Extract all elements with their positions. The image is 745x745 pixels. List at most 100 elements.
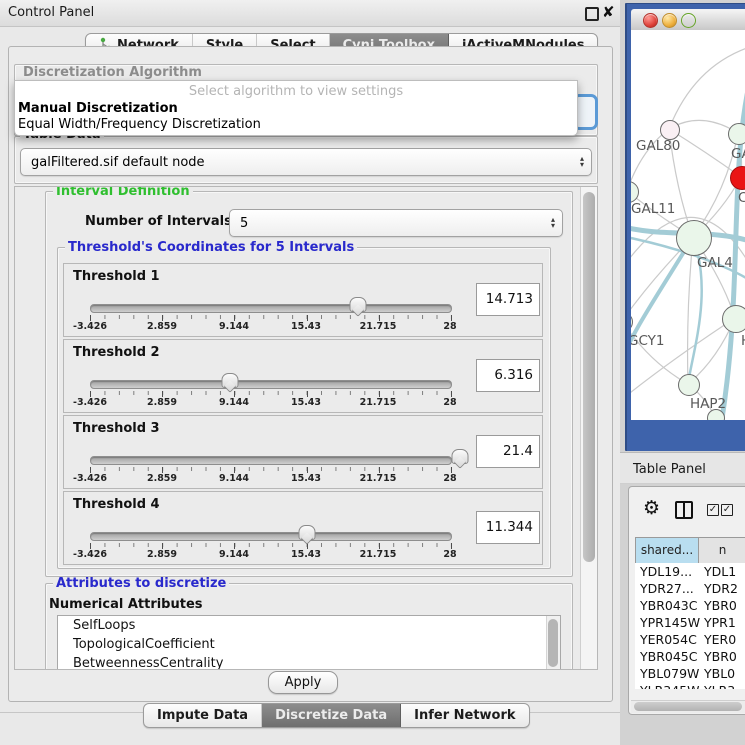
float-window-icon[interactable] — [585, 7, 599, 21]
threshold-3-slider-track[interactable] — [90, 456, 452, 465]
threshold-2-value-field[interactable]: 6.316 — [476, 359, 540, 392]
checkbox-icon[interactable]: ✓ — [707, 504, 719, 516]
node-attribute-table: shared... n YDL19...YDL1 YDR27...YDR2 YB… — [635, 537, 745, 687]
node-gal80[interactable] — [660, 120, 680, 140]
node-label-hap2: HAP2 — [690, 396, 726, 412]
threshold-row-4: Threshold 4 -3.4262.8599.14415.4321.7152… — [63, 491, 543, 565]
close-icon[interactable]: ✘ — [602, 3, 615, 21]
tab-discretize-data[interactable]: Discretize Data — [262, 704, 401, 727]
table-row[interactable]: YLR345WYLR3 — [635, 682, 745, 689]
node-label-gal80: GAL80 — [636, 138, 680, 154]
threshold-row-3: Threshold 3 -3.4262.8599.14415.4321.7152… — [63, 415, 543, 489]
table-data-selected-value: galFiltered.sif default node — [21, 155, 573, 170]
list-item[interactable]: TopologicalCoefficient — [58, 635, 560, 654]
zoom-traffic-light-icon[interactable] — [681, 13, 696, 28]
combo-stepper-icon: ▴▾ — [573, 156, 591, 168]
tab-infer-network-label: Infer Network — [414, 708, 515, 723]
threshold-row-2: Threshold 2 -3.4262.8599.14415.4321.7152… — [63, 339, 543, 413]
numerical-attributes-label: Numerical Attributes — [49, 597, 203, 612]
node-label-top-right: GA — [731, 146, 745, 162]
threshold-4-label: Threshold 4 — [73, 497, 160, 512]
threshold-4-slider-track[interactable] — [90, 532, 452, 541]
list-scrollbar[interactable] — [546, 616, 560, 670]
column-header-shared-name[interactable]: shared... — [635, 538, 699, 563]
slider-ticks — [90, 543, 451, 548]
threshold-2-slider-track[interactable] — [90, 380, 452, 389]
control-panel-titlebar: Control Panel ✘ — [0, 0, 620, 27]
combo-stepper-icon: ▴▾ — [544, 217, 562, 229]
node-label-gal11: GAL11 — [631, 201, 675, 217]
threshold-1-value-field[interactable]: 14.713 — [476, 283, 540, 316]
scrollbar-thumb[interactable] — [548, 619, 558, 667]
algorithm-dropdown-popup: Select algorithm to view settings Manual… — [14, 80, 578, 136]
threshold-1-label: Threshold 1 — [73, 269, 160, 284]
threshold-coordinates-title: Threshold's Coordinates for 5 Intervals — [65, 241, 357, 255]
threshold-2-slider-thumb[interactable] — [222, 373, 239, 388]
table-row[interactable]: YBL079WYBL0 — [635, 665, 745, 682]
node-gal4[interactable] — [676, 220, 712, 256]
scrollbar-thumb[interactable] — [583, 192, 595, 562]
control-panel: Control Panel ✘ Network Style Select Cyn… — [0, 0, 620, 745]
dropdown-hint: Select algorithm to view settings — [15, 84, 577, 99]
node-right-mid[interactable] — [722, 305, 745, 333]
settings-scrollpane: Interval Definition Number of Intervals … — [14, 186, 598, 670]
close-traffic-light-icon[interactable] — [643, 13, 658, 28]
table-row[interactable]: YDR27...YDR2 — [635, 580, 745, 597]
minimize-traffic-light-icon[interactable] — [662, 13, 677, 28]
number-of-intervals-label: Number of Intervals — [85, 214, 232, 229]
node-label-gcy1: GCY1 — [631, 333, 665, 349]
columns-icon[interactable] — [675, 501, 693, 519]
number-of-intervals-combobox[interactable]: 5 ▴▾ — [229, 209, 563, 237]
table-horizontal-scrollbar[interactable] — [631, 700, 745, 713]
algorithm-group-title: Discretization Algorithm — [20, 66, 205, 80]
slider-scale-labels: -3.4262.8599.14415.4321.71528 — [90, 473, 450, 485]
node-label-red: C — [738, 190, 745, 206]
slider-scale-labels: -3.4262.8599.14415.4321.71528 — [90, 321, 450, 333]
table-row[interactable]: YBR045CYBR0 — [635, 648, 745, 665]
slider-scale-labels: -3.4262.8599.14415.4321.71528 — [90, 549, 450, 561]
dropdown-option-equal-width[interactable]: Equal Width/Frequency Discretization — [18, 117, 261, 132]
threshold-row-1: Threshold 1 -3.4262.8599.14415.4321.7152… — [63, 263, 543, 337]
dropdown-option-manual[interactable]: Manual Discretization — [18, 101, 178, 116]
network-canvas[interactable]: GAL80 GA C GAL11 GAL4 GCY1 H HAP2 — [631, 30, 745, 420]
table-header-row: shared... n — [635, 537, 745, 564]
scrollbar-thumb[interactable] — [634, 702, 742, 711]
table-row[interactable]: YER054CYER0 — [635, 631, 745, 648]
node-top-right[interactable] — [728, 123, 745, 145]
table-panel-box: ⚙ ✓ ✓ shared... n YDL19...YDL1 YDR27...Y… — [628, 486, 745, 715]
tab-discretize-data-label: Discretize Data — [275, 708, 387, 723]
slider-ticks — [90, 315, 451, 320]
threshold-3-value-field[interactable]: 21.4 — [476, 435, 540, 468]
right-column: GAL80 GA C GAL11 GAL4 GCY1 H HAP2 Table … — [620, 0, 745, 745]
number-of-intervals-value: 5 — [230, 216, 544, 231]
threshold-3-slider-thumb[interactable] — [451, 449, 468, 464]
table-row[interactable]: YPR145WYPR1 — [635, 614, 745, 631]
settings-scrollbar[interactable] — [580, 187, 598, 669]
table-panel-titlebar: Table Panel — [620, 452, 745, 484]
list-item[interactable]: BetweennessCentrality — [58, 654, 560, 670]
panel-title: Control Panel — [8, 5, 94, 20]
tab-impute-data-label: Impute Data — [157, 708, 248, 723]
threshold-4-slider-thumb[interactable] — [298, 525, 315, 540]
apply-button[interactable]: Apply — [268, 671, 338, 694]
threshold-1-slider-thumb[interactable] — [349, 297, 366, 312]
list-item[interactable]: SelfLoops — [58, 616, 560, 635]
table-row[interactable]: YBR043CYBR0 — [635, 597, 745, 614]
numerical-attributes-list[interactable]: SelfLoops TopologicalCoefficient Between… — [57, 615, 561, 670]
table-data-combobox[interactable]: galFiltered.sif default node ▴▾ — [20, 148, 592, 176]
threshold-1-slider-track[interactable] — [90, 304, 452, 313]
gear-icon[interactable]: ⚙ — [643, 499, 660, 518]
checkbox-icon[interactable]: ✓ — [721, 504, 733, 516]
node-hap2[interactable] — [678, 374, 700, 396]
tab-infer-network[interactable]: Infer Network — [401, 704, 528, 727]
column-header-name[interactable]: n — [699, 538, 745, 563]
slider-ticks — [90, 467, 451, 472]
slider-scale-labels: -3.4262.8599.14415.4321.71528 — [90, 397, 450, 409]
tab-impute-data[interactable]: Impute Data — [144, 704, 262, 727]
table-row[interactable]: YDL19...YDL1 — [635, 563, 745, 580]
threshold-4-value-field[interactable]: 11.344 — [476, 511, 540, 544]
network-view-window[interactable]: GAL80 GA C GAL11 GAL4 GCY1 H HAP2 — [625, 3, 745, 451]
interval-definition-title: Interval Definition — [53, 186, 193, 199]
network-window-titlebar[interactable] — [631, 9, 745, 31]
table-panel-title: Table Panel — [633, 462, 706, 477]
